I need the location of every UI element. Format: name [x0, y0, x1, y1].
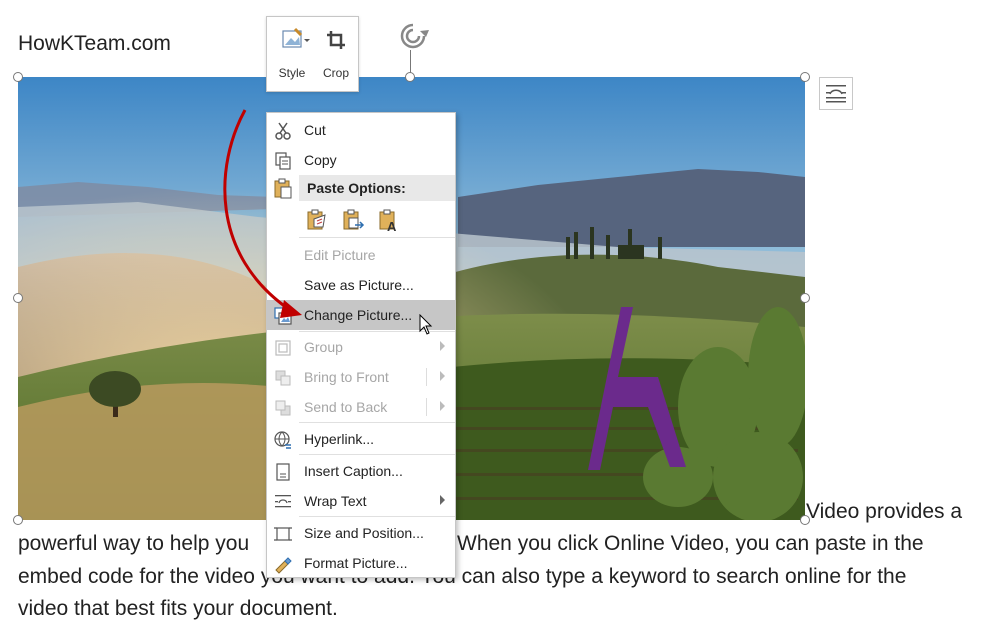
menu-label-edit-picture: Edit Picture — [304, 247, 376, 263]
menu-label-wrap-text: Wrap Text — [304, 493, 367, 509]
menu-label-change-picture: Change Picture... — [304, 307, 413, 323]
resize-handle-bottom-left[interactable] — [13, 515, 23, 525]
menu-label-send-to-back: Send to Back — [304, 399, 388, 415]
copy-icon — [275, 152, 291, 170]
rotate-icon[interactable] — [396, 20, 430, 54]
menu-item-cut[interactable]: Cut — [267, 115, 455, 145]
crop-label: Crop — [322, 66, 349, 80]
menu-item-save-as-picture[interactable]: Save as Picture... — [267, 270, 455, 300]
merge-formatting-icon[interactable] — [341, 207, 365, 233]
resize-handle-top[interactable] — [405, 72, 415, 82]
submenu-arrow-icon[interactable] — [440, 401, 445, 411]
menu-item-edit-picture: Edit Picture — [267, 240, 455, 270]
layout-options-button[interactable] — [819, 77, 853, 110]
menu-item-wrap-text[interactable]: Wrap Text — [267, 486, 455, 516]
size-position-icon — [274, 527, 292, 541]
group-icon — [275, 340, 291, 356]
submenu-arrow-icon — [440, 341, 445, 351]
menu-item-insert-caption[interactable]: Insert Caption... — [267, 456, 455, 486]
mini-toolbar: Style Crop — [266, 16, 359, 92]
submenu-arrow-icon — [440, 495, 445, 505]
svg-text:A: A — [387, 219, 397, 233]
resize-handle-top-right[interactable] — [800, 72, 810, 82]
menu-item-format-picture[interactable]: Format Picture... — [267, 548, 455, 578]
mouse-pointer-icon — [419, 314, 433, 335]
paste-icon — [274, 178, 292, 199]
paragraph-line-2b: When you click Online Video, you can pas… — [457, 532, 924, 555]
send-to-back-icon — [275, 400, 291, 416]
resize-handle-left[interactable] — [13, 293, 23, 303]
keep-text-only-icon[interactable]: A — [377, 207, 401, 233]
paragraph-line-1: Video provides a — [806, 500, 963, 523]
menu-label-cut: Cut — [304, 122, 326, 138]
crop-icon — [327, 31, 345, 49]
menu-item-send-to-back: Send to Back — [267, 392, 455, 422]
format-picture-icon — [275, 557, 292, 574]
menu-label-save-as-picture: Save as Picture... — [304, 277, 414, 293]
menu-separator — [299, 237, 455, 238]
paragraph-line-4: video that best fits your document. — [18, 597, 338, 620]
style-label: Style — [278, 66, 306, 80]
menu-item-group: Group — [267, 332, 455, 362]
insert-caption-icon — [276, 463, 290, 481]
paste-options-label: Paste Options: — [307, 180, 406, 196]
split-divider — [426, 368, 427, 386]
crop-button[interactable]: Crop — [315, 21, 357, 87]
menu-item-bring-to-front: Bring to Front — [267, 362, 455, 392]
keep-source-formatting-icon[interactable] — [305, 207, 329, 233]
layout-options-icon — [826, 85, 846, 103]
menu-label-size-and-position: Size and Position... — [304, 525, 424, 541]
style-button[interactable]: Style — [271, 21, 313, 87]
hyperlink-icon — [274, 431, 291, 449]
style-icon — [282, 27, 310, 48]
resize-handle-top-left[interactable] — [13, 72, 23, 82]
menu-label-copy: Copy — [304, 152, 337, 168]
menu-label-format-picture: Format Picture... — [304, 555, 408, 571]
menu-label-bring-to-front: Bring to Front — [304, 369, 389, 385]
menu-separator — [299, 516, 455, 517]
paragraph-line-2: powerful way to help you — [18, 532, 250, 555]
menu-item-copy[interactable]: Copy — [267, 145, 455, 175]
scissors-icon — [275, 122, 291, 140]
split-divider — [426, 398, 427, 416]
bring-to-front-icon — [275, 370, 291, 386]
change-picture-icon — [274, 307, 292, 325]
resize-handle-right[interactable] — [800, 293, 810, 303]
submenu-arrow-icon[interactable] — [440, 371, 445, 381]
menu-separator — [299, 422, 455, 423]
menu-item-hyperlink[interactable]: Hyperlink... — [267, 424, 455, 454]
document-heading: HowKTeam.com — [18, 32, 171, 55]
wrap-text-icon — [275, 495, 291, 508]
menu-separator — [299, 454, 455, 455]
menu-label-insert-caption: Insert Caption... — [304, 463, 403, 479]
context-menu: Cut Copy Paste Options: A Edit Picture S… — [266, 112, 456, 578]
menu-item-size-and-position[interactable]: Size and Position... — [267, 518, 455, 548]
menu-label-group: Group — [304, 339, 343, 355]
menu-label-hyperlink: Hyperlink... — [304, 431, 375, 447]
paste-options-header: Paste Options: — [299, 175, 455, 201]
paragraph-line-3: embed code for the video you want to add… — [18, 565, 907, 588]
